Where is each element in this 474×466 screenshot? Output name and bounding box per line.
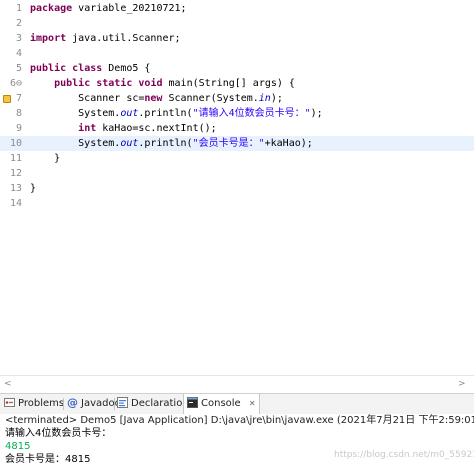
code-line[interactable]: 3 import java.util.Scanner; [0, 31, 474, 46]
line-number: 11 [9, 153, 22, 164]
declaration-icon [117, 396, 128, 408]
field-token: in [258, 93, 271, 104]
line-number: 10 [9, 138, 22, 149]
code-token: ); [310, 108, 323, 119]
code-line[interactable]: 14 [0, 196, 474, 211]
code-token: .println( [138, 138, 193, 149]
line-number: 14 [9, 198, 22, 209]
keyword-token: class [72, 63, 103, 74]
line-number: 2 [15, 18, 22, 29]
keyword-token: public [54, 78, 91, 89]
code-text: System.out.println("请输入4位数会员卡号："); [30, 106, 323, 121]
code-token: } [30, 153, 61, 164]
code-token: System. [30, 138, 121, 149]
code-line[interactable]: 2 [0, 16, 474, 31]
code-token: .println( [138, 108, 193, 119]
console-icon [187, 396, 198, 408]
line-number: 1 [15, 3, 22, 14]
console-user-input: 4815 [5, 441, 31, 452]
code-text: System.out.println("会员卡号是："+kaHao); [30, 136, 313, 151]
code-text: } [30, 181, 36, 196]
code-token: Scanner sc= [30, 93, 145, 104]
code-line[interactable]: 13} [0, 181, 474, 196]
keyword-token: package [30, 3, 73, 14]
problems-icon [4, 397, 15, 407]
line-number: 4 [15, 48, 22, 59]
code-token: java.util.Scanner; [66, 33, 181, 44]
code-line[interactable]: 5 public class Demo5 { [0, 61, 474, 76]
keyword-token: public [30, 63, 67, 74]
code-line[interactable]: 7 Scanner sc=new Scanner(System.in); [0, 91, 474, 106]
keyword-token: void [138, 78, 163, 89]
console-output-line: 请输入4位数会员卡号： [5, 428, 112, 439]
tab-javadoc[interactable]: @ Javadoc [67, 394, 120, 414]
tab-declaration-label: Declaration [131, 398, 189, 409]
horizontal-scrollbar[interactable]: < > [0, 375, 474, 392]
tab-console-label: Console [201, 398, 241, 409]
code-token: main(String[] args) { [162, 78, 295, 89]
code-token: ); [270, 93, 283, 104]
tab-console[interactable]: Console ✕ [183, 394, 260, 414]
keyword-token: static [96, 78, 133, 89]
code-line[interactable]: 9 int kaHao=sc.nextInt(); [0, 121, 474, 136]
tab-separator [63, 398, 64, 410]
code-line[interactable]: 11 } [0, 151, 474, 166]
console-output-line: 会员卡号是：4815 [5, 454, 91, 465]
code-line[interactable]: 12 [0, 166, 474, 181]
line-number: 13 [9, 183, 22, 194]
code-editor[interactable]: 1 package variable_20210721; 2 3 import java… [0, 0, 474, 392]
close-icon[interactable]: ✕ [249, 399, 256, 408]
code-text: } [30, 151, 60, 166]
code-text: public class Demo5 { [30, 61, 150, 76]
code-line[interactable]: 1 package variable_20210721; [0, 1, 474, 16]
scroll-right-arrow-icon[interactable]: > [458, 379, 466, 389]
code-text: int kaHao=sc.nextInt(); [30, 121, 217, 136]
code-token: kaHao=sc.nextInt(); [96, 123, 217, 134]
keyword-token: import [30, 33, 67, 44]
code-token: Demo5 { [102, 63, 151, 74]
line-number: 12 [9, 168, 22, 179]
code-token: Scanner(System. [162, 93, 259, 104]
tab-separator [114, 398, 115, 410]
line-number: 3 [15, 33, 22, 44]
bottom-panel-tabbar: Problems @ Javadoc Declaration Console ✕ [0, 393, 474, 415]
field-token: out [120, 108, 139, 119]
code-text: public static void main(String[] args) { [30, 76, 295, 91]
code-text: Scanner sc=new Scanner(System.in); [30, 91, 283, 106]
code-text: import java.util.Scanner; [30, 31, 181, 46]
line-number: 5 [15, 63, 22, 74]
string-token: "请输入4位数会员卡号：" [192, 108, 311, 119]
console-terminated-header: <terminated> Demo5 [Java Application] D:… [5, 415, 474, 426]
line-number: 8 [15, 108, 22, 119]
line-number: 6⊖ [9, 78, 22, 89]
keyword-token: int [78, 123, 97, 134]
tab-problems-label: Problems [18, 398, 65, 409]
scroll-left-arrow-icon[interactable]: < [4, 379, 12, 389]
code-line[interactable]: 8 System.out.println("请输入4位数会员卡号："); [0, 106, 474, 121]
tab-problems[interactable]: Problems [4, 394, 64, 414]
string-token: "会员卡号是：" [192, 138, 265, 149]
code-token: } [30, 183, 37, 194]
line-number: 9 [15, 123, 22, 134]
code-token: System. [30, 108, 121, 119]
code-token: +kaHao); [264, 138, 313, 149]
code-token: variable_20210721; [72, 3, 187, 14]
code-line[interactable]: 10 System.out.println("会员卡号是："+kaHao); [0, 136, 474, 151]
code-line[interactable]: 6⊖ public static void main(String[] args… [0, 76, 474, 91]
javadoc-icon: @ [67, 395, 78, 409]
code-text: package variable_20210721; [30, 1, 187, 16]
tab-declaration[interactable]: Declaration [117, 394, 189, 414]
field-token: out [120, 138, 139, 149]
warning-marker-icon[interactable] [3, 95, 11, 103]
code-line[interactable]: 4 [0, 46, 474, 61]
keyword-token: new [144, 93, 163, 104]
watermark-text: https://blog.csdn.net/m0_55921215 [334, 450, 474, 460]
